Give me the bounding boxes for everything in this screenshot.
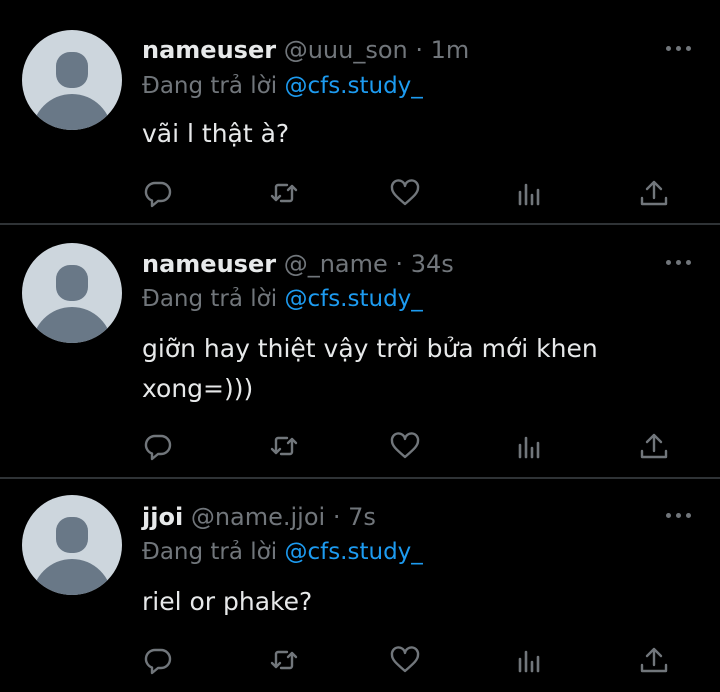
tweet[interactable]: jjoi @name.jjoi · 7s Đang trả lời @cfs.s…: [0, 479, 720, 692]
more-icon: [666, 513, 671, 518]
reply-button[interactable]: [141, 176, 175, 210]
share-button[interactable]: [637, 429, 671, 463]
heart-icon: [390, 179, 420, 206]
more-button[interactable]: [664, 41, 694, 55]
avatar[interactable]: [22, 495, 122, 595]
separator-dot: ·: [415, 36, 424, 64]
views-icon: [518, 650, 540, 673]
timestamp[interactable]: 7s: [348, 503, 376, 531]
avatar-body-shape: [32, 559, 112, 595]
views-icon: [518, 183, 540, 206]
retweet-button[interactable]: [267, 176, 301, 210]
heart-icon: [390, 646, 420, 673]
replying-to-label: Đang trả lời: [142, 286, 278, 312]
replying-to-label: Đang trả lời: [142, 73, 278, 99]
tweet[interactable]: nameuser @_name · 34s Đang trả lời @cfs.…: [0, 225, 720, 475]
tweet[interactable]: nameuser @uuu_son · 1m Đang trả lời @cfs…: [0, 0, 720, 222]
retweet-button[interactable]: [267, 429, 301, 463]
more-button[interactable]: [664, 508, 694, 522]
timestamp[interactable]: 34s: [411, 250, 454, 278]
tweet-header: jjoi @name.jjoi · 7s: [142, 501, 376, 533]
reply-mention-link[interactable]: @cfs.study_: [284, 539, 422, 565]
like-button[interactable]: [388, 643, 422, 677]
like-button[interactable]: [388, 429, 422, 463]
retweet-icon: [270, 650, 298, 670]
share-icon: [640, 647, 668, 673]
reply-button[interactable]: [141, 643, 175, 677]
views-button[interactable]: [514, 643, 548, 677]
share-button[interactable]: [637, 643, 671, 677]
tweet-header: nameuser @uuu_son · 1m: [142, 34, 469, 66]
retweet-button[interactable]: [267, 643, 301, 677]
reply-mention-link[interactable]: @cfs.study_: [284, 73, 422, 99]
avatar-body-shape: [32, 94, 112, 130]
reply-button[interactable]: [141, 429, 175, 463]
tweet-header: nameuser @_name · 34s: [142, 248, 454, 280]
avatar-head-shape: [56, 265, 88, 301]
user-handle[interactable]: @uuu_son: [284, 36, 408, 64]
share-icon: [640, 180, 668, 206]
retweet-icon: [270, 436, 298, 456]
heart-icon: [390, 432, 420, 459]
avatar[interactable]: [22, 30, 122, 130]
reply-icon: [144, 648, 172, 675]
separator-dot: ·: [332, 503, 341, 531]
tweet-text: vãi l thật à?: [142, 119, 290, 148]
more-icon: [686, 46, 691, 51]
replying-to-label: Đang trả lời: [142, 539, 278, 565]
share-button[interactable]: [637, 176, 671, 210]
avatar-body-shape: [32, 307, 112, 343]
tweet-text: riel or phake?: [142, 587, 313, 616]
views-button[interactable]: [514, 176, 548, 210]
avatar[interactable]: [22, 243, 122, 343]
timestamp[interactable]: 1m: [431, 36, 470, 64]
reply-icon: [144, 181, 172, 208]
user-handle[interactable]: @name.jjoi: [191, 503, 325, 531]
views-icon: [518, 436, 540, 459]
more-icon: [666, 260, 671, 265]
display-name[interactable]: nameuser: [142, 250, 276, 278]
more-icon: [666, 46, 671, 51]
more-icon: [686, 260, 691, 265]
action-bar: [0, 429, 720, 463]
more-button[interactable]: [664, 255, 694, 269]
more-icon: [676, 46, 681, 51]
more-icon: [676, 513, 681, 518]
more-icon: [686, 513, 691, 518]
action-bar: [0, 176, 720, 210]
replying-to: Đang trả lời @cfs.study_: [142, 284, 423, 314]
avatar-head-shape: [56, 517, 88, 553]
replying-to: Đang trả lời @cfs.study_: [142, 537, 423, 567]
like-button[interactable]: [388, 176, 422, 210]
separator-dot: ·: [395, 250, 404, 278]
share-icon: [640, 433, 668, 459]
user-handle[interactable]: @_name: [284, 250, 388, 278]
retweet-icon: [270, 183, 298, 203]
reply-icon: [144, 434, 172, 461]
action-bar: [0, 643, 720, 677]
avatar-head-shape: [56, 52, 88, 88]
display-name[interactable]: nameuser: [142, 36, 276, 64]
tweet-text: giỡn hay thiệt vậy trời bửa mới khen xon…: [142, 334, 598, 403]
display-name[interactable]: jjoi: [142, 503, 183, 531]
more-icon: [676, 260, 681, 265]
reply-mention-link[interactable]: @cfs.study_: [284, 286, 422, 312]
views-button[interactable]: [514, 429, 548, 463]
replying-to: Đang trả lời @cfs.study_: [142, 71, 423, 101]
